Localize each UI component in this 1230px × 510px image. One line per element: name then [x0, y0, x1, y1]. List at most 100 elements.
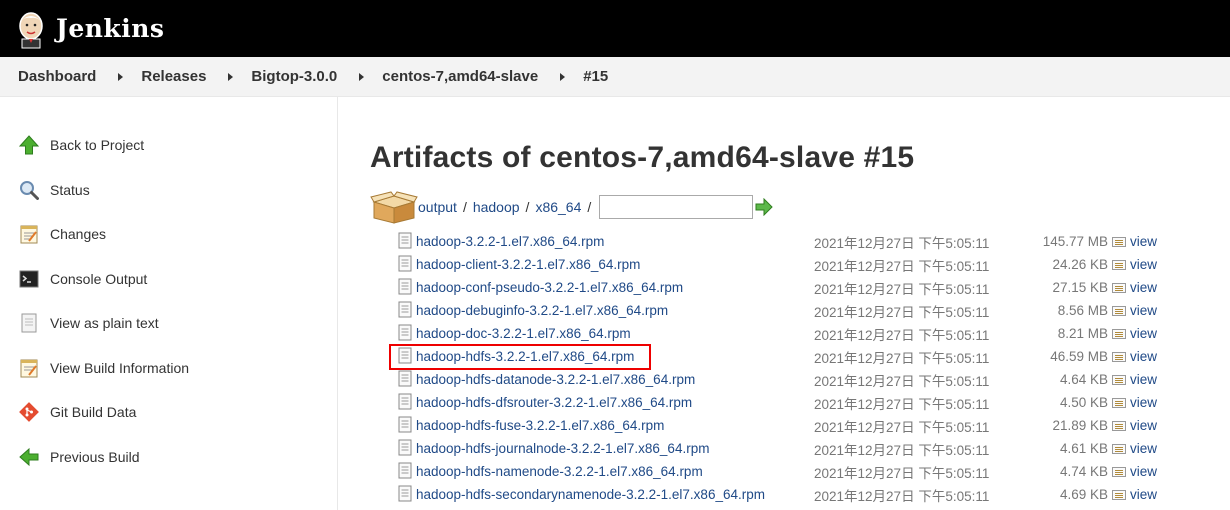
view-link[interactable]: view: [1130, 418, 1157, 433]
view-link[interactable]: view: [1130, 441, 1157, 456]
file-link[interactable]: hadoop-hdfs-journalnode-3.2.2-1.el7.x86_…: [416, 441, 709, 456]
view-cell: view: [1108, 391, 1157, 414]
file-link[interactable]: hadoop-doc-3.2.2-1.el7.x86_64.rpm: [416, 326, 631, 341]
sidebar-item-previous-build[interactable]: Previous Build: [18, 435, 337, 480]
sidebar-item-label[interactable]: Previous Build: [50, 449, 140, 465]
breadcrumb-chevron-icon[interactable]: [228, 72, 234, 81]
view-fingerprint-icon[interactable]: [1112, 490, 1126, 501]
file-icon-cell: [398, 391, 416, 414]
file-link[interactable]: hadoop-hdfs-datanode-3.2.2-1.el7.x86_64.…: [416, 372, 695, 387]
sidebar-item-status[interactable]: Status: [18, 168, 337, 213]
go-arrow-icon[interactable]: [755, 198, 773, 216]
file-icon: [398, 485, 412, 501]
file-link[interactable]: hadoop-hdfs-secondarynamenode-3.2.2-1.el…: [416, 487, 765, 502]
sidebar-item-label[interactable]: View Build Information: [50, 360, 189, 376]
file-link[interactable]: hadoop-3.2.2-1.el7.x86_64.rpm: [416, 234, 604, 249]
jenkins-logo-icon[interactable]: [16, 9, 46, 49]
view-fingerprint-icon[interactable]: [1112, 260, 1126, 271]
file-date: 2021年12月27日 下午5:05:11: [814, 488, 990, 504]
document-icon: [18, 312, 40, 334]
file-icon: [398, 370, 412, 386]
breadcrumb-dashboard[interactable]: Dashboard: [18, 68, 96, 85]
table-row: hadoop-doc-3.2.2-1.el7.x86_64.rpm 2021年12…: [398, 322, 1157, 345]
file-icon: [398, 462, 412, 478]
view-fingerprint-icon[interactable]: [1112, 329, 1126, 340]
breadcrumb-job[interactable]: centos-7,amd64-slave: [382, 68, 538, 85]
view-link[interactable]: view: [1130, 372, 1157, 387]
notepad-icon: [18, 357, 40, 379]
file-size: 21.89 KB: [1052, 418, 1108, 433]
file-size: 4.69 KB: [1059, 487, 1108, 502]
view-cell: view: [1108, 437, 1157, 460]
path-link-hadoop[interactable]: hadoop: [473, 199, 520, 215]
file-link[interactable]: hadoop-hdfs-fuse-3.2.2-1.el7.x86_64.rpm: [416, 418, 664, 433]
sidebar-item-label[interactable]: Console Output: [50, 271, 147, 287]
file-date: 2021年12月27日 下午5:05:11: [814, 258, 990, 274]
path-input[interactable]: [599, 195, 754, 219]
view-link[interactable]: view: [1130, 234, 1157, 249]
file-icon-cell: [398, 299, 416, 322]
view-cell: view: [1108, 345, 1157, 368]
table-row: hadoop-3.2.2-1.el7.x86_64.rpm 2021年12月27日…: [398, 230, 1157, 253]
sidebar-item-label[interactable]: Back to Project: [50, 137, 144, 153]
breadcrumb-chevron-icon[interactable]: [560, 72, 566, 81]
view-fingerprint-icon[interactable]: [1112, 398, 1126, 409]
view-cell: view: [1108, 322, 1157, 345]
view-fingerprint-icon[interactable]: [1112, 283, 1126, 294]
file-name-cell: hadoop-hdfs-datanode-3.2.2-1.el7.x86_64.…: [416, 368, 814, 391]
file-icon: [398, 301, 412, 317]
view-link[interactable]: view: [1130, 257, 1157, 272]
view-link[interactable]: view: [1130, 280, 1157, 295]
file-icon: [398, 416, 412, 432]
file-name-cell: hadoop-debuginfo-3.2.2-1.el7.x86_64.rpm: [416, 299, 814, 322]
breadcrumb-chevron-icon[interactable]: [118, 72, 124, 81]
sidebar-item-console-output[interactable]: Console Output: [18, 257, 337, 302]
view-fingerprint-icon[interactable]: [1112, 306, 1126, 317]
table-row: hadoop-hdfs-dfsrouter-3.2.2-1.el7.x86_64…: [398, 391, 1157, 414]
sidebar-item-plain-text[interactable]: View as plain text: [18, 301, 337, 346]
file-size: 4.74 KB: [1059, 464, 1108, 479]
top-header: Jenkins: [0, 0, 1230, 57]
view-link[interactable]: view: [1130, 487, 1157, 502]
file-link[interactable]: hadoop-hdfs-namenode-3.2.2-1.el7.x86_64.…: [416, 464, 703, 479]
file-link[interactable]: hadoop-debuginfo-3.2.2-1.el7.x86_64.rpm: [416, 303, 668, 318]
view-fingerprint-icon[interactable]: [1112, 444, 1126, 455]
breadcrumb-chevron-icon[interactable]: [359, 72, 365, 81]
view-fingerprint-icon[interactable]: [1112, 375, 1126, 386]
sidebar-item-label[interactable]: Changes: [50, 226, 106, 242]
sidebar-item-label[interactable]: View as plain text: [50, 315, 159, 331]
view-fingerprint-icon[interactable]: [1112, 467, 1126, 478]
brand-title[interactable]: Jenkins: [56, 14, 164, 43]
path-link-x86-64[interactable]: x86_64: [535, 199, 581, 215]
file-name-cell: hadoop-doc-3.2.2-1.el7.x86_64.rpm: [416, 322, 814, 345]
view-link[interactable]: view: [1130, 395, 1157, 410]
view-link[interactable]: view: [1130, 303, 1157, 318]
file-icon-cell: [398, 276, 416, 299]
view-cell: view: [1108, 253, 1157, 276]
sidebar-item-build-information[interactable]: View Build Information: [18, 346, 337, 391]
view-link[interactable]: view: [1130, 349, 1157, 364]
sidebar-item-git-build-data[interactable]: Git Build Data: [18, 390, 337, 435]
view-fingerprint-icon[interactable]: [1112, 352, 1126, 363]
file-link[interactable]: hadoop-hdfs-dfsrouter-3.2.2-1.el7.x86_64…: [416, 395, 692, 410]
sidebar-item-label[interactable]: Status: [50, 182, 90, 198]
file-icon: [398, 393, 412, 409]
breadcrumb-bigtop[interactable]: Bigtop-3.0.0: [251, 68, 337, 85]
view-fingerprint-icon[interactable]: [1112, 421, 1126, 432]
file-link[interactable]: hadoop-conf-pseudo-3.2.2-1.el7.x86_64.rp…: [416, 280, 683, 295]
view-fingerprint-icon[interactable]: [1112, 237, 1126, 248]
sidebar-item-back-to-project[interactable]: Back to Project: [18, 123, 337, 168]
artifact-path: output / hadoop / x86_64 /: [370, 190, 1230, 224]
package-box-icon: [370, 191, 418, 224]
path-separator: /: [587, 199, 592, 215]
sidebar-item-label[interactable]: Git Build Data: [50, 404, 136, 420]
file-name-cell: hadoop-conf-pseudo-3.2.2-1.el7.x86_64.rp…: [416, 276, 814, 299]
file-link[interactable]: hadoop-client-3.2.2-1.el7.x86_64.rpm: [416, 257, 640, 272]
table-row: hadoop-conf-pseudo-3.2.2-1.el7.x86_64.rp…: [398, 276, 1157, 299]
sidebar-item-changes[interactable]: Changes: [18, 212, 337, 257]
breadcrumb-build[interactable]: #15: [583, 68, 608, 85]
path-link-output[interactable]: output: [418, 199, 457, 215]
view-link[interactable]: view: [1130, 464, 1157, 479]
breadcrumb-releases[interactable]: Releases: [141, 68, 206, 85]
view-link[interactable]: view: [1130, 326, 1157, 341]
